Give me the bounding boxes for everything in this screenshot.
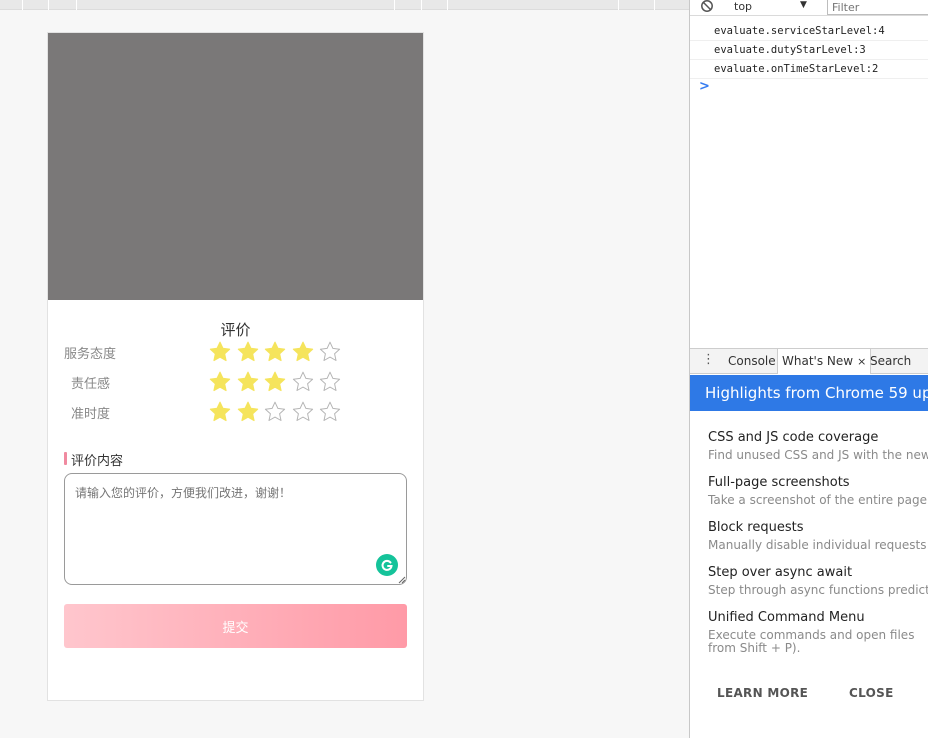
browser-top-strip [0,0,689,10]
star-empty-icon[interactable] [318,370,342,394]
tab-search[interactable]: Search [866,349,915,374]
whats-new-item-desc: Take a screenshot of the entire page, fr [708,493,928,507]
resize-handle-icon[interactable] [398,576,406,584]
star-filled-icon[interactable] [263,340,287,364]
console-log-line: evaluate.serviceStarLevel:4 [690,22,928,41]
submit-button[interactable]: 提交 [64,604,407,648]
tab-whats-new-label: What's New [782,354,854,368]
console-toolbar: top ▼ [690,0,928,16]
star-filled-icon[interactable] [263,370,287,394]
star-filled-icon[interactable] [208,340,232,364]
context-selector[interactable]: top [734,0,752,13]
learn-more-button[interactable]: LEARN MORE [717,686,808,700]
star-empty-icon[interactable] [291,370,315,394]
whats-new-item-desc: Find unused CSS and JS with the new C [708,448,928,462]
star-empty-icon[interactable] [291,400,315,424]
page-title: 评价 [220,321,251,339]
whats-new-item[interactable]: Full-page screenshots Take a screenshot … [708,475,928,507]
star-filled-icon[interactable] [236,340,260,364]
console-log-line: evaluate.onTimeStarLevel:2 [690,60,928,79]
comment-textarea[interactable] [64,473,407,585]
whats-new-item-title: Full-page screenshots [708,475,850,490]
rating-label-service: 服务态度 [64,347,117,362]
whats-new-item-title: Unified Command Menu [708,610,865,625]
grammarly-icon[interactable] [376,554,398,576]
tab-whats-new[interactable]: What's New × [777,349,872,374]
star-empty-icon[interactable] [318,340,342,364]
whats-new-item[interactable]: Unified Command Menu Execute commands an… [708,610,928,655]
tab-console[interactable]: Console [724,349,780,374]
rating-row-ontime: 准时度 [64,400,384,424]
whats-new-item-title: Block requests [708,520,804,535]
whats-new-item[interactable]: Step over async await Step through async… [708,565,928,597]
comment-section-label: 评价内容 [71,454,124,469]
rating-label-duty: 责任感 [71,377,111,392]
drawer-tabbar: ⋮ Console What's New × Search [690,348,928,374]
whats-new-item-title: CSS and JS code coverage [708,430,879,445]
whats-new-header: Highlights from Chrome 59 upd [690,375,928,411]
whats-new-item-desc: Execute commands and open files from Shi… [708,628,915,655]
star-empty-icon[interactable] [318,400,342,424]
section-marker [64,452,67,465]
star-filled-icon[interactable] [236,370,260,394]
rating-row-service: 服务态度 [64,340,384,364]
drawer-menu-icon[interactable]: ⋮ [702,353,715,367]
whats-new-item-desc: Step through async functions predictab [708,583,928,597]
banner-image [48,33,423,300]
whats-new-item-desc: Manually disable individual requests in [708,538,928,552]
star-filled-icon[interactable] [208,400,232,424]
whats-new-item-title: Step over async await [708,565,853,580]
star-filled-icon[interactable] [236,400,260,424]
rating-label-ontime: 准时度 [71,407,111,422]
console-filter-input[interactable] [827,0,928,15]
whats-new-item[interactable]: Block requests Manually disable individu… [708,520,928,552]
dropdown-arrow-icon[interactable]: ▼ [800,0,807,10]
console-prompt[interactable]: > [699,79,710,94]
mobile-preview: 评价 服务态度 责任感 准时度 评价内容 提交 [47,32,424,701]
console-log-line: evaluate.dutyStarLevel:3 [690,41,928,60]
star-filled-icon[interactable] [208,370,232,394]
rating-row-duty: 责任感 [64,370,384,394]
close-tab-icon[interactable]: × [857,355,866,368]
devtools-panel: top ▼ evaluate.serviceStarLevel:4 evalua… [689,0,928,738]
star-empty-icon[interactable] [263,400,287,424]
whats-new-item[interactable]: CSS and JS code coverage Find unused CSS… [708,430,928,462]
star-filled-icon[interactable] [291,340,315,364]
clear-console-icon[interactable] [700,0,714,14]
close-button[interactable]: CLOSE [849,686,894,700]
